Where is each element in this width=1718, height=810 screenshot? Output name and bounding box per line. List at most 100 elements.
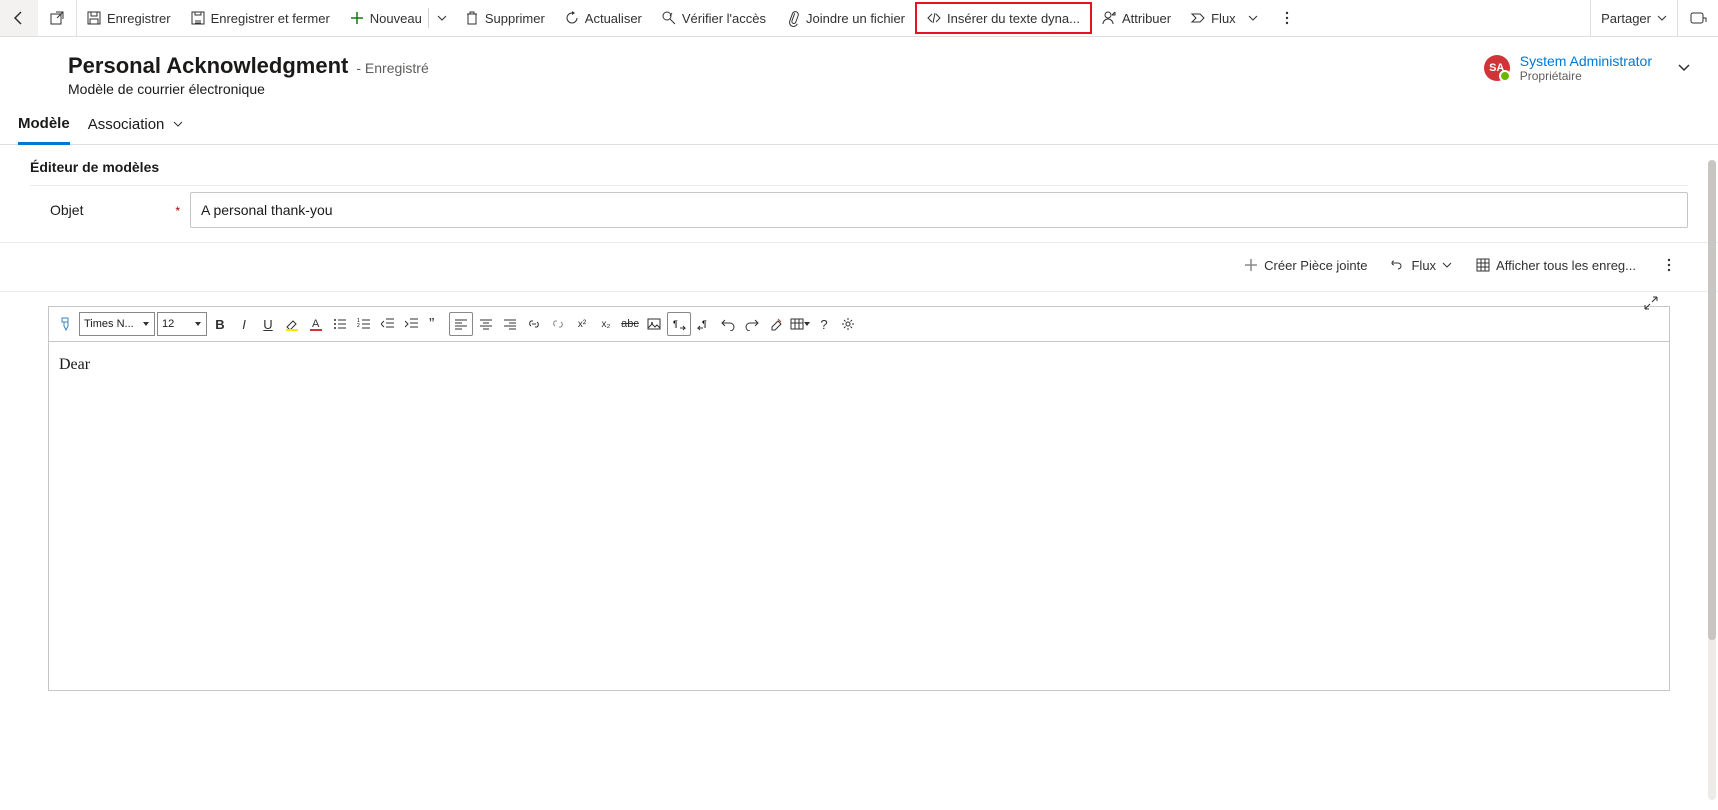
save-close-icon <box>191 11 205 25</box>
bold-button[interactable]: B <box>209 313 231 335</box>
chevron-down-icon <box>1442 260 1452 270</box>
record-header: Personal Acknowledgment - Enregistré Mod… <box>0 37 1718 97</box>
italic-button[interactable]: I <box>233 313 255 335</box>
expand-editor-button[interactable] <box>1644 296 1658 313</box>
settings-button[interactable] <box>837 313 859 335</box>
new-dropdown[interactable] <box>429 0 455 36</box>
help-button[interactable]: ? <box>813 313 835 335</box>
avatar: SA <box>1484 55 1510 81</box>
clear-format-button[interactable] <box>765 313 787 335</box>
save-close-button[interactable]: Enregistrer et fermer <box>181 0 340 36</box>
format-painter-icon <box>59 317 73 331</box>
owner-role: Propriétaire <box>1520 69 1652 83</box>
refresh-label: Actualiser <box>585 11 642 26</box>
outdent-button[interactable] <box>377 313 399 335</box>
insert-dynamic-text-button[interactable]: Insérer du texte dyna... <box>915 2 1092 34</box>
bold-icon: B <box>215 317 224 332</box>
new-button[interactable]: Nouveau <box>340 0 428 36</box>
blockquote-button[interactable]: ” <box>425 313 447 335</box>
indent-button[interactable] <box>401 313 423 335</box>
highlight-icon <box>285 317 299 331</box>
paperclip-icon <box>786 11 800 25</box>
flow-button[interactable]: Flux <box>1181 0 1268 36</box>
assistant-button[interactable] <box>1678 0 1718 36</box>
superscript-button[interactable]: x² <box>571 313 593 335</box>
share-button[interactable]: Partager <box>1591 0 1677 36</box>
rtl-button[interactable]: ¶ <box>693 313 715 335</box>
insert-dynamic-text-label: Insérer du texte dyna... <box>947 11 1080 26</box>
create-attachment-button[interactable]: Créer Pièce jointe <box>1234 249 1377 281</box>
redo-button[interactable] <box>741 313 763 335</box>
format-painter-button[interactable] <box>55 313 77 335</box>
eraser-icon <box>769 317 783 331</box>
subscript-button[interactable]: x₂ <box>595 313 617 335</box>
align-left-icon <box>454 317 468 331</box>
image-button[interactable] <box>643 313 665 335</box>
font-family-value: Times N... <box>84 318 134 330</box>
number-list-button[interactable]: 12 <box>353 313 375 335</box>
chevron-down-icon <box>437 13 447 23</box>
font-color-icon: A <box>309 317 323 331</box>
align-center-button[interactable] <box>475 313 497 335</box>
back-button[interactable] <box>0 0 38 36</box>
ltr-button[interactable]: ¶ <box>667 312 691 336</box>
link-button[interactable] <box>523 313 545 335</box>
align-right-icon <box>503 317 517 331</box>
table-button[interactable] <box>789 313 811 335</box>
flow-button-sub[interactable]: Flux <box>1381 249 1462 281</box>
attach-file-button[interactable]: Joindre un fichier <box>776 0 915 36</box>
font-family-select[interactable]: Times N... <box>79 312 155 336</box>
command-bar-right: Partager <box>1590 0 1718 36</box>
flow-icon <box>1191 11 1205 25</box>
save-icon <box>87 11 101 25</box>
highlight-button[interactable] <box>281 313 303 335</box>
rich-text-editor: Times N... 12 B I U A 12 ” x² x₂ abc <box>48 306 1670 691</box>
chevron-down-icon[interactable] <box>1678 62 1690 74</box>
tab-association[interactable]: Association <box>88 116 183 143</box>
scrollbar[interactable] <box>1708 160 1716 800</box>
save-button[interactable]: Enregistrer <box>77 0 181 36</box>
subject-input[interactable] <box>190 192 1688 228</box>
plus-icon <box>1244 258 1258 272</box>
tab-modele[interactable]: Modèle <box>18 115 70 145</box>
outdent-icon <box>381 317 395 331</box>
subscript-icon: x₂ <box>602 319 611 330</box>
editor-area: Times N... 12 B I U A 12 ” x² x₂ abc <box>0 292 1718 691</box>
subject-label-text: Objet <box>50 202 83 218</box>
font-size-select[interactable]: 12 <box>157 312 207 336</box>
undo-button[interactable] <box>717 313 739 335</box>
show-all-records-button[interactable]: Afficher tous les enreg... <box>1466 249 1646 281</box>
delete-button[interactable]: Supprimer <box>455 0 555 36</box>
numbers-icon: 12 <box>357 317 371 331</box>
underline-button[interactable]: U <box>257 313 279 335</box>
align-right-button[interactable] <box>499 313 521 335</box>
strikethrough-button[interactable]: abc <box>619 313 641 335</box>
font-color-button[interactable]: A <box>305 313 327 335</box>
quote-icon: ” <box>429 317 443 331</box>
flow-label: Flux <box>1211 11 1236 26</box>
save-label: Enregistrer <box>107 11 171 26</box>
check-access-button[interactable]: Vérifier l'accès <box>652 0 776 36</box>
help-icon: ? <box>820 317 827 332</box>
scroll-thumb[interactable] <box>1708 160 1716 640</box>
page-title: Personal Acknowledgment <box>68 53 348 79</box>
ltr-icon: ¶ <box>672 317 686 331</box>
overflow-button[interactable] <box>1268 0 1306 36</box>
align-left-button[interactable] <box>449 312 473 336</box>
bullet-list-button[interactable] <box>329 313 351 335</box>
popout-button[interactable] <box>38 0 76 36</box>
refresh-button[interactable]: Actualiser <box>555 0 652 36</box>
gear-icon <box>841 317 855 331</box>
bullets-icon <box>333 317 347 331</box>
flow-icon <box>1391 258 1405 272</box>
editor-body[interactable]: Dear <box>49 342 1669 690</box>
unlink-button[interactable] <box>547 313 569 335</box>
image-icon <box>647 317 661 331</box>
assign-button[interactable]: Attribuer <box>1092 0 1181 36</box>
overflow-button-sub[interactable] <box>1650 249 1688 281</box>
share-label: Partager <box>1601 11 1651 26</box>
new-label: Nouveau <box>370 11 422 26</box>
owner-block[interactable]: SA System Administrator Propriétaire <box>1484 53 1700 83</box>
italic-icon: I <box>242 317 246 332</box>
link-icon <box>527 317 541 331</box>
